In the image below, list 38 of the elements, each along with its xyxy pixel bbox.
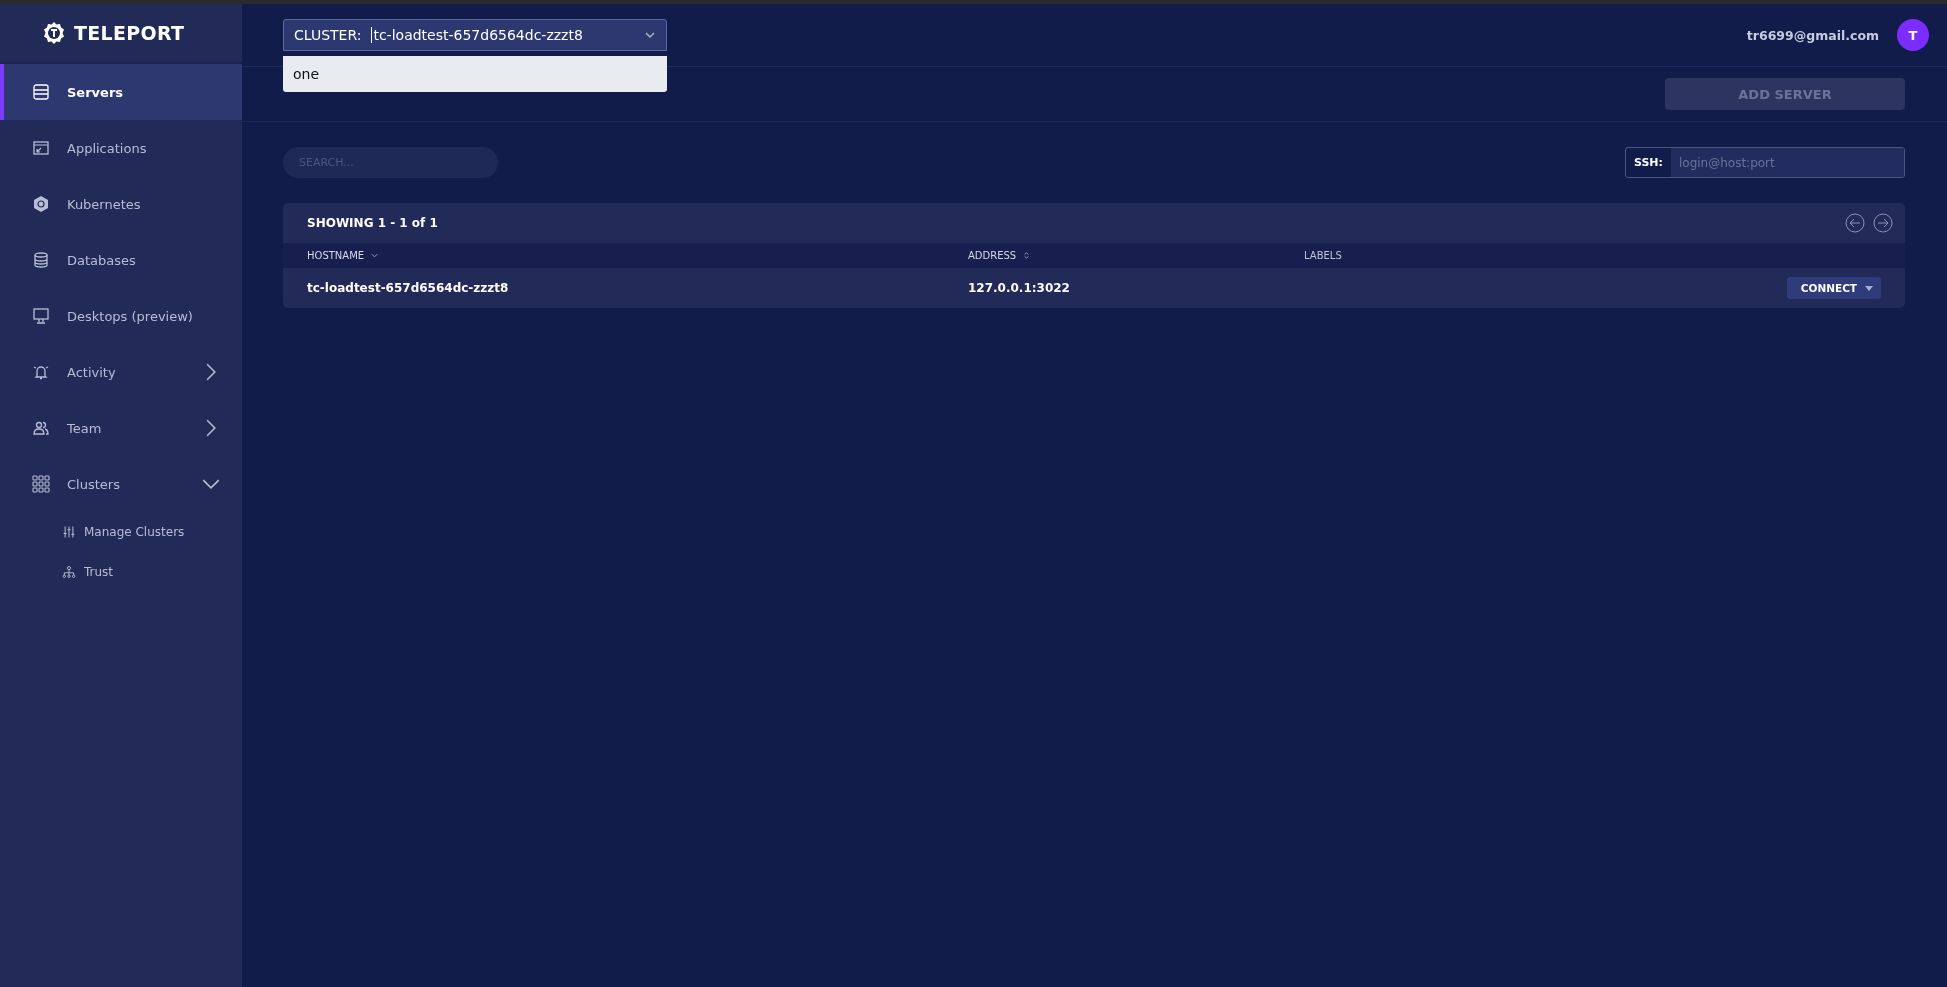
server-icon <box>32 83 50 101</box>
cluster-select[interactable]: CLUSTER: tc-loadtest-657d6564dc-zzzt8 <box>283 19 667 51</box>
dropdown-option[interactable]: one <box>283 60 667 88</box>
sidebar-item[interactable]: Kubernetes <box>0 176 242 232</box>
results-count: SHOWING 1 - 1 of 1 <box>307 216 438 230</box>
bell-icon <box>32 363 50 381</box>
sidebar-subitem[interactable]: Manage Clusters <box>0 512 242 552</box>
sidebar-item[interactable]: Clusters <box>0 456 242 512</box>
gear-logo-icon <box>42 21 66 45</box>
sidebar-item[interactable]: Applications <box>0 120 242 176</box>
ssh-login-field[interactable]: SSH: login@host:port <box>1625 147 1905 178</box>
grid-icon <box>32 475 50 493</box>
chevron-down-icon[interactable] <box>644 29 656 41</box>
table-cell-text: 127.0.0.1:3022 <box>968 281 1071 295</box>
user-email[interactable]: tr6699@gmail.com <box>1746 27 1879 43</box>
sidebar-subitem[interactable]: Trust <box>0 552 242 592</box>
table-cell-text: tc-loadtest-657d6564dc-zzzt8 <box>307 281 510 295</box>
sidebar-item[interactable]: Desktops (preview) <box>0 288 242 344</box>
column-header[interactable]: ADDRESS <box>968 250 1017 261</box>
caret-icon[interactable] <box>1865 285 1873 291</box>
sidebar-item[interactable]: Activity <box>0 344 242 400</box>
people-icon <box>32 419 50 437</box>
sliders-icon <box>62 525 76 539</box>
hierarchy-icon <box>62 565 76 579</box>
column-header: LABELS <box>1304 250 1342 261</box>
window-icon <box>32 139 50 157</box>
sidebar-item[interactable]: Servers <box>0 64 242 120</box>
logo-text: TELEPORT <box>74 22 185 44</box>
database-icon <box>32 251 50 269</box>
connect-button[interactable]: CONNECT <box>1786 277 1881 299</box>
chevron-down-icon[interactable] <box>370 251 380 260</box>
column-header[interactable]: HOSTNAME <box>307 250 365 261</box>
sidebar-item[interactable]: Team <box>0 400 242 456</box>
sidebar-item[interactable]: Databases <box>0 232 242 288</box>
user-avatar[interactable]: T <box>1897 19 1929 51</box>
monitor-icon <box>32 307 50 325</box>
previous-page-button[interactable] <box>1845 213 1865 233</box>
next-page-button[interactable] <box>1873 213 1893 233</box>
